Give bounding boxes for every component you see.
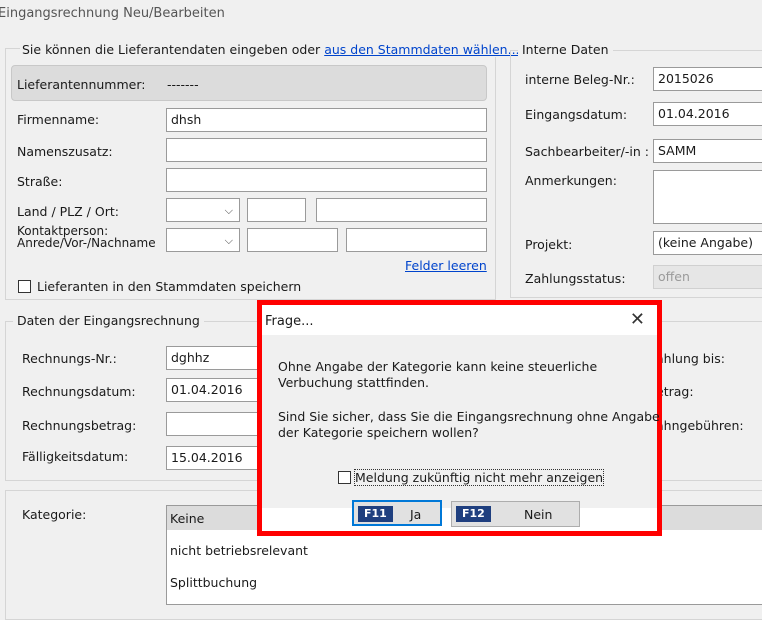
invoice-date-input[interactable]: 01.04.2016 — [166, 378, 266, 402]
name-suffix-input[interactable] — [166, 138, 487, 162]
category-label: Kategorie: — [22, 507, 87, 522]
first-name-input[interactable] — [247, 228, 338, 252]
contact-label: Kontaktperson: Anrede/Vor-/Nachname — [17, 225, 156, 249]
category-item-none[interactable]: Keine — [170, 511, 204, 526]
yes-button[interactable]: F11 Ja — [352, 500, 442, 526]
save-supplier-checkbox[interactable] — [18, 280, 31, 293]
salutation-select[interactable]: ⌵ — [166, 228, 240, 252]
dialog-message-line3: Sind Sie sicher, dass Sie die Eingangsre… — [278, 409, 660, 424]
last-name-input[interactable] — [346, 228, 487, 252]
company-label: Firmenname: — [17, 112, 100, 127]
supplier-intro-text: Sie können die Lieferantendaten eingeben… — [22, 42, 321, 57]
dialog-message-line1: Ohne Angabe der Kategorie kann keine ste… — [278, 359, 598, 374]
street-label: Straße: — [17, 174, 63, 189]
yes-button-label: Ja — [410, 507, 422, 522]
no-button-label: Nein — [524, 507, 553, 522]
category-item-not-relevant[interactable]: nicht betriebsrelevant — [170, 543, 308, 558]
dialog-title: Frage... — [265, 314, 314, 329]
yes-shortcut-key: F11 — [358, 506, 393, 522]
notes-label: Anmerkungen: — [525, 173, 617, 188]
clerk-label: Sachbearbeiter/-in : — [525, 144, 649, 159]
dont-show-again-checkbox[interactable] — [338, 471, 351, 484]
due-date-input[interactable]: 15.04.2016 — [166, 446, 266, 470]
question-dialog: Frage... ✕ Ohne Angabe der Kategorie kan… — [257, 300, 662, 536]
dialog-body: Ohne Angabe der Kategorie kann keine ste… — [262, 335, 660, 527]
choose-from-master-data-link[interactable]: aus den Stammdaten wählen... — [324, 42, 519, 57]
pay-until-label: ahlung bis: — [656, 351, 725, 366]
chevron-down-icon: ⌵ — [224, 234, 233, 247]
name-suffix-label: Namenszusatz: — [17, 144, 113, 159]
company-input[interactable]: dhsh — [166, 108, 487, 132]
window-title: Eingangsrechnung Neu/Bearbeiten — [0, 6, 225, 21]
supplier-number-value: ------- — [167, 77, 199, 92]
dont-show-again-label[interactable]: Meldung zukünftig nicht mehr anzeigen — [353, 469, 605, 486]
supplier-number-label: Lieferantennummer: — [17, 77, 146, 92]
invoice-group-title: Daten der Eingangsrechnung — [13, 313, 204, 328]
clerk-input[interactable]: SAMM — [653, 139, 762, 163]
payment-status-label: Zahlungsstatus: — [525, 271, 626, 286]
close-icon[interactable]: ✕ — [630, 309, 645, 330]
street-input[interactable] — [166, 168, 487, 192]
doc-number-label: interne Beleg-Nr.: — [525, 72, 635, 87]
no-button[interactable]: F12 Nein — [451, 501, 580, 527]
project-label: Projekt: — [525, 237, 573, 252]
internal-data-title: Interne Daten — [518, 42, 613, 57]
invoice-number-label: Rechnungs-Nr.: — [22, 351, 117, 366]
category-item-split[interactable]: Splittbuchung — [170, 575, 257, 590]
reminder-fees-label: ahngebühren: — [656, 418, 744, 433]
notes-textarea[interactable] — [653, 170, 762, 224]
invoice-amount-label: Rechnungsbetrag: — [22, 418, 137, 433]
save-supplier-label: Lieferanten in den Stammdaten speichern — [37, 279, 302, 294]
supplier-intro: Sie können die Lieferantendaten eingeben… — [20, 42, 522, 57]
clear-fields-link[interactable]: Felder leeren — [405, 258, 487, 273]
country-zip-city-label: Land / PLZ / Ort: — [17, 204, 119, 219]
doc-number-input[interactable]: 2015026 — [653, 67, 762, 91]
contact-label-line2: Anrede/Vor-/Nachname — [17, 236, 156, 250]
chevron-down-icon: ⌵ — [224, 204, 233, 217]
due-date-label: Fälligkeitsdatum: — [22, 449, 129, 464]
city-input[interactable] — [316, 198, 487, 222]
invoice-amount-input[interactable] — [166, 412, 266, 436]
received-date-input[interactable]: 01.04.2016 — [653, 102, 762, 126]
zip-input[interactable] — [247, 198, 306, 222]
received-date-label: Eingangsdatum: — [525, 107, 628, 122]
no-shortcut-key: F12 — [456, 506, 491, 522]
payment-status-field: offen — [653, 265, 762, 289]
invoice-number-input[interactable]: dghhz — [166, 346, 266, 370]
country-select[interactable]: ⌵ — [166, 198, 240, 222]
dialog-message-line2: Verbuchung stattfinden. — [278, 375, 430, 390]
project-select[interactable]: (keine Angabe) — [653, 231, 762, 255]
dialog-message-line4: der Kategorie speichern wollen? — [278, 425, 479, 440]
invoice-date-label: Rechnungsdatum: — [22, 384, 136, 399]
